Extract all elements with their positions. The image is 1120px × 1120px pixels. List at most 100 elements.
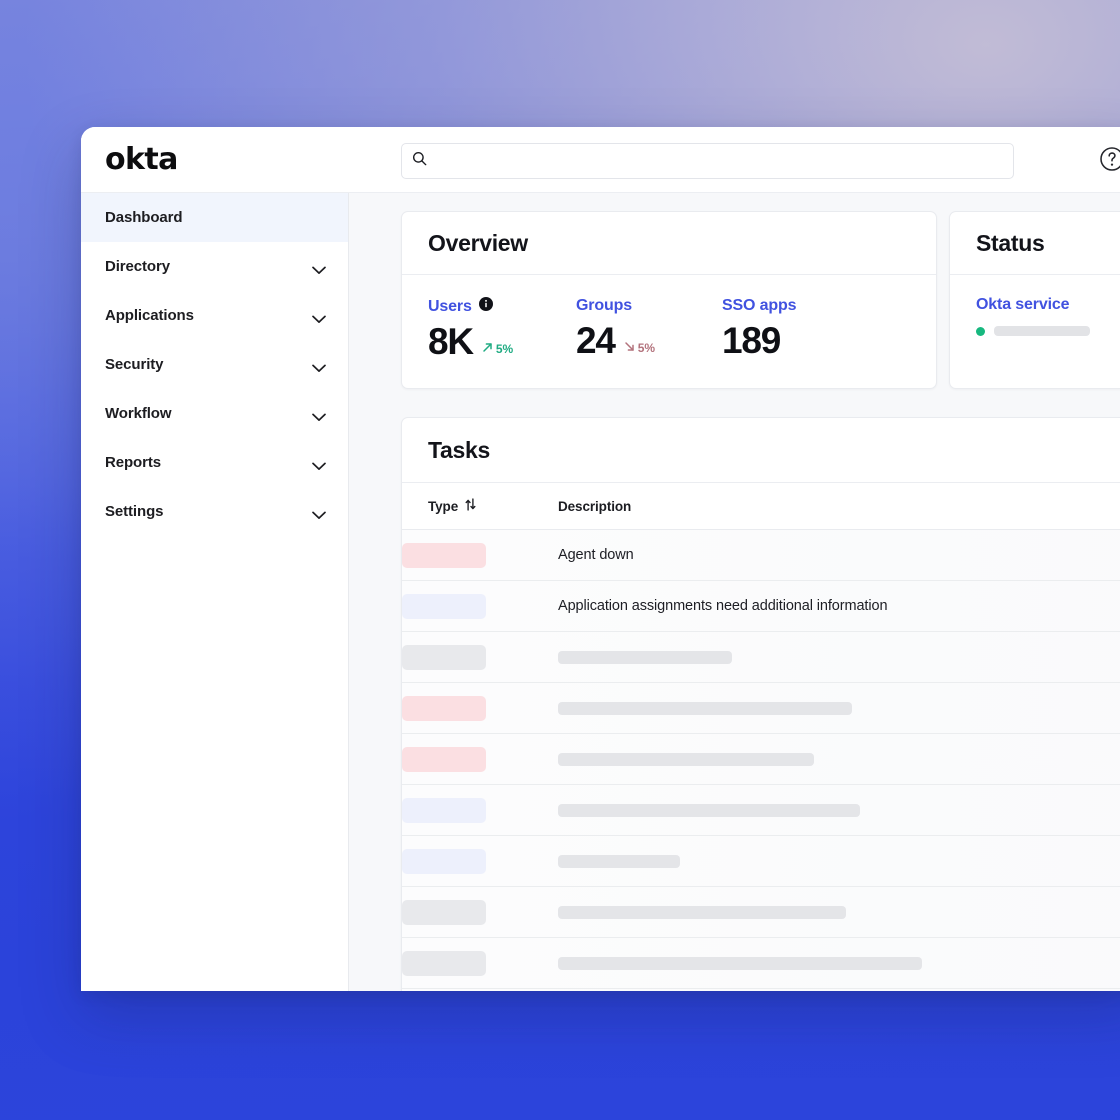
table-cell-type [402, 682, 558, 734]
tasks-table-body: Agent down Application assignments need a… [402, 529, 1120, 991]
task-type-badge [402, 644, 486, 670]
sidebar-item-workflow[interactable]: Workflow [81, 389, 348, 438]
chevron-down-icon [312, 458, 326, 470]
metric-users-delta: 5% [482, 342, 513, 356]
task-type-badge [402, 593, 486, 619]
overview-title: Overview [428, 230, 528, 256]
help-button[interactable] [1095, 144, 1120, 178]
arrow-up-right-icon [482, 342, 493, 356]
tasks-table: Type Description Agent down Application … [402, 483, 1120, 991]
okta-service-link[interactable]: Okta service [976, 296, 1120, 314]
table-cell-type [402, 937, 558, 989]
metric-users-delta-value: 5% [495, 342, 514, 356]
metric-sso-apps-link[interactable]: SSO apps [722, 297, 862, 315]
table-cell-description: Application assignments need additional … [558, 580, 1120, 632]
table-cell-type [402, 784, 558, 836]
table-row[interactable] [402, 631, 1120, 683]
sidebar-item-directory[interactable]: Directory [81, 242, 348, 291]
status-skeleton [994, 326, 1090, 336]
task-type-badge [402, 542, 486, 568]
search-input-box[interactable] [401, 143, 1014, 179]
chevron-down-icon [312, 262, 326, 274]
metric-users-link[interactable]: Users [428, 297, 576, 316]
okta-logo[interactable]: okta [105, 141, 178, 179]
table-cell-type [402, 886, 558, 938]
task-description-skeleton [558, 956, 922, 970]
column-header-type[interactable]: Type [402, 483, 558, 530]
status-card-header: Status [950, 212, 1120, 275]
sidebar-item-dashboard[interactable]: Dashboard [81, 193, 348, 242]
metric-groups-values: 24 5% [576, 321, 722, 361]
table-row[interactable]: Agent down [402, 529, 1120, 581]
metric-users-delta-block: 5% [482, 342, 513, 362]
sidebar-item-settings[interactable]: Settings [81, 487, 348, 536]
task-description-skeleton [558, 752, 814, 766]
column-header-description[interactable]: Description [558, 483, 1120, 530]
tasks-title: Tasks [428, 437, 491, 463]
metric-groups-value: 24 [576, 320, 616, 361]
task-description-skeleton [558, 905, 846, 919]
task-type-badge [402, 950, 486, 976]
main-content: Overview Users 8K 5% Groups 24 5% SSO ap… [349, 193, 1120, 991]
metric-groups: Groups 24 5% [576, 297, 722, 362]
overview-card: Overview Users 8K 5% Groups 24 5% SSO ap… [401, 211, 937, 389]
table-row[interactable] [402, 784, 1120, 836]
metric-groups-delta-block: 5% [624, 341, 655, 361]
status-card-body: Okta service [950, 275, 1120, 362]
okta-admin-window: okta Dashboard Directory Applications Se… [81, 127, 1120, 991]
table-row[interactable] [402, 988, 1120, 991]
task-description-skeleton [558, 803, 860, 817]
metric-users: Users 8K 5% [428, 297, 576, 362]
table-cell-description [558, 733, 1120, 785]
sidebar-item-label: Reports [105, 454, 161, 471]
arrow-down-right-icon [624, 341, 635, 355]
table-row[interactable] [402, 886, 1120, 938]
status-title: Status [976, 230, 1045, 256]
table-row[interactable] [402, 835, 1120, 887]
sidebar-item-reports[interactable]: Reports [81, 438, 348, 487]
task-description-skeleton [558, 854, 680, 868]
chevron-down-icon [312, 507, 326, 519]
table-cell-description [558, 835, 1120, 887]
table-cell-description [558, 682, 1120, 734]
sidebar-item-applications[interactable]: Applications [81, 291, 348, 340]
table-row[interactable] [402, 682, 1120, 734]
sidebar-item-security[interactable]: Security [81, 340, 348, 389]
task-description-text: Application assignments need additional … [558, 598, 888, 614]
metric-sso-apps: SSO apps 189 [722, 297, 862, 362]
sort-arrows-icon[interactable] [465, 498, 476, 514]
metric-sso-apps-values: 189 [722, 321, 862, 361]
metric-groups-delta-value: 5% [637, 341, 655, 355]
table-cell-description [558, 988, 1120, 991]
table-row[interactable]: Application assignments need additional … [402, 580, 1120, 632]
sidebar-nav: Dashboard Directory Applications Securit… [81, 193, 349, 991]
table-cell-type [402, 631, 558, 683]
top-bar: okta [81, 127, 1120, 193]
status-card: Status Okta service [949, 211, 1120, 389]
tasks-card-header: Tasks [402, 418, 1120, 483]
metric-groups-link[interactable]: Groups [576, 297, 722, 315]
metric-sso-apps-label: SSO apps [722, 297, 797, 314]
page-background: okta Dashboard Directory Applications Se… [0, 0, 1120, 1120]
task-description-text: Agent down [558, 547, 634, 563]
okta-service-status-line [976, 326, 1120, 336]
search-input[interactable] [435, 153, 1013, 169]
metric-users-label: Users [428, 297, 472, 315]
sidebar-item-label: Directory [105, 258, 170, 275]
metric-users-value: 8K [428, 321, 474, 362]
metric-groups-label: Groups [576, 297, 632, 314]
task-type-badge [402, 899, 486, 925]
info-icon[interactable] [478, 297, 493, 316]
table-row[interactable] [402, 733, 1120, 785]
status-dot-icon [976, 326, 985, 336]
task-description-skeleton [558, 701, 852, 715]
sidebar-item-label: Dashboard [105, 209, 183, 226]
overview-metrics: Users 8K 5% Groups 24 5% SSO apps 189 [402, 275, 936, 388]
sidebar-item-label: Security [105, 356, 164, 373]
dashboard-top-cards: Overview Users 8K 5% Groups 24 5% SSO ap… [401, 211, 1120, 389]
sidebar-item-label: Settings [105, 503, 164, 520]
table-row[interactable] [402, 937, 1120, 989]
global-search[interactable] [401, 143, 1014, 179]
tasks-table-header: Type Description [402, 483, 1120, 530]
sidebar-item-label: Applications [105, 307, 194, 324]
